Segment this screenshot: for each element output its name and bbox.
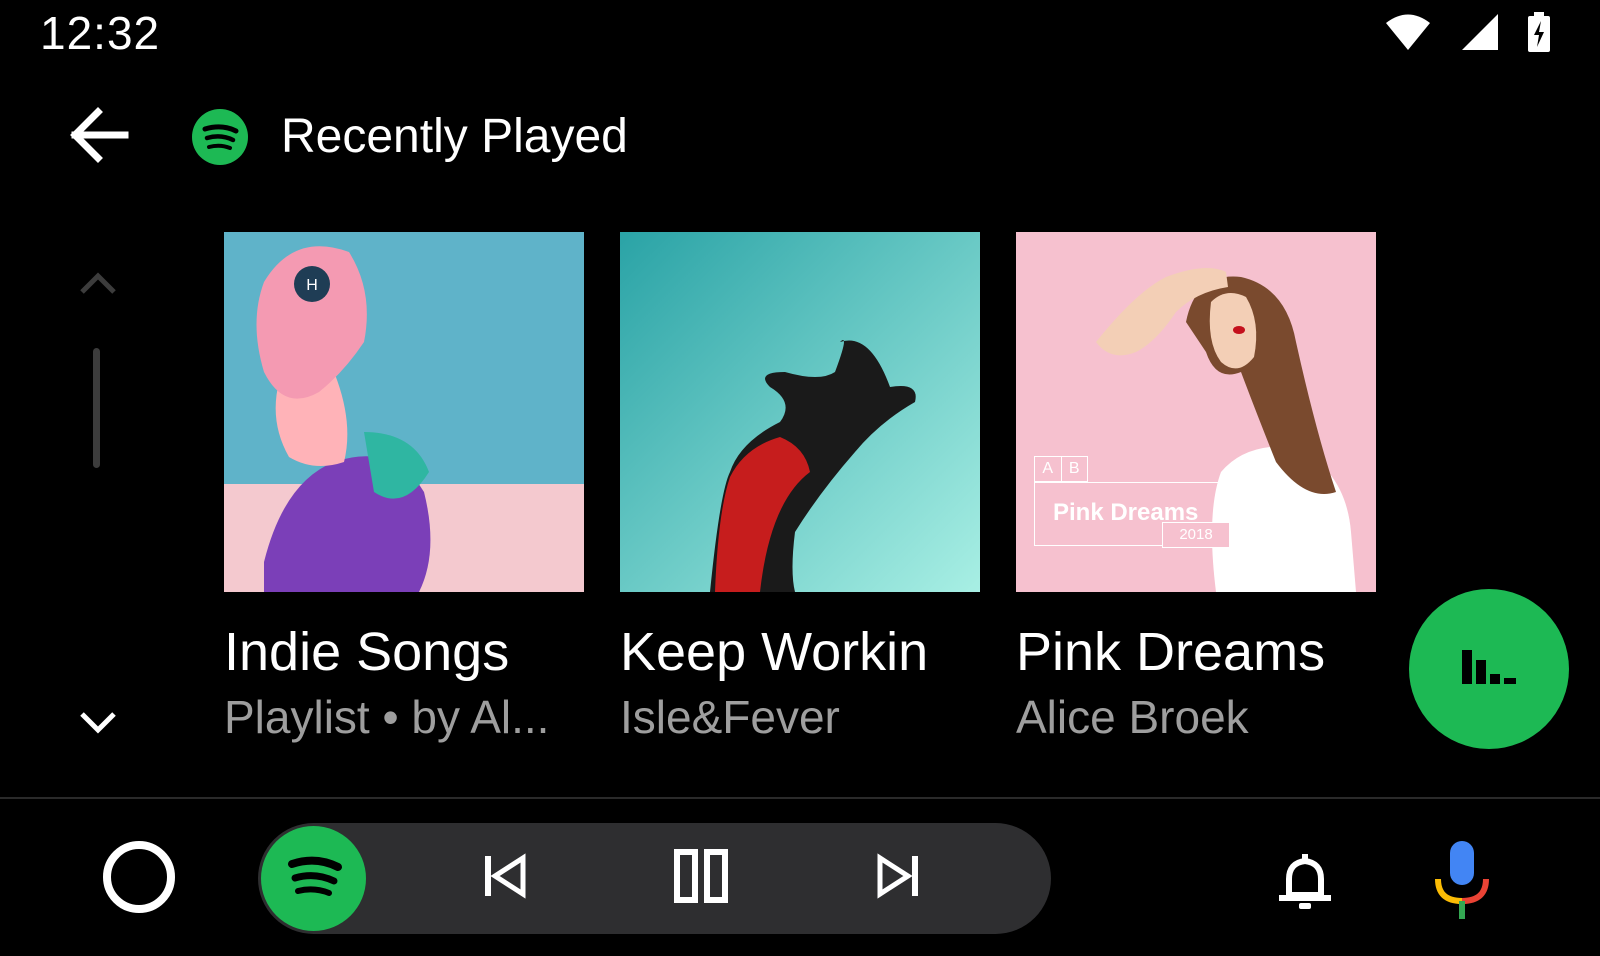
arrow-back-icon [67,104,129,171]
scroll-down-button[interactable] [70,700,126,750]
wifi-icon [1384,12,1432,57]
cell-signal-icon [1460,12,1500,57]
pause-icon [674,848,728,908]
svg-text:H: H [306,277,318,294]
back-button[interactable] [58,97,138,177]
scrollbar-thumb[interactable] [93,348,100,468]
chevron-down-icon [78,710,118,741]
art-year: 2018 [1162,522,1230,548]
media-app-button[interactable] [261,826,366,931]
card-title: Pink Dreams [1016,622,1326,682]
nav-bar [0,799,1600,956]
home-button[interactable] [103,841,175,913]
spotify-logo-icon [192,109,248,165]
card-title: Keep Workin [620,622,929,682]
skip-next-button[interactable] [863,843,933,913]
card-subtitle: Alice Broek [1016,691,1249,743]
now-playing-button[interactable] [1409,589,1569,749]
card-subtitle: Playlist • by Al... [224,691,550,743]
skip-previous-button[interactable] [470,843,540,913]
skip-previous-icon [481,852,529,905]
media-controls [258,823,1051,934]
card-title: Indie Songs [224,622,510,682]
chevron-up-icon [78,270,118,301]
scroll-controls [70,260,126,750]
bell-icon [1275,854,1335,915]
header: Recently Played [0,95,1200,175]
card-keep-workin[interactable]: Keep Workin Isle&Fever [620,232,980,744]
album-art-pink-dreams: A B Pink Dreams 2018 [1016,232,1376,592]
status-clock: 12:32 [40,7,161,59]
art-label-box: A B Pink Dreams 2018 [1034,456,1230,548]
battery-charging-icon [1528,12,1550,57]
assistant-button[interactable] [1432,841,1492,921]
spotify-logo-icon [274,836,354,921]
status-bar: 12:32 [0,0,1600,70]
art-letter-b: B [1068,460,1080,477]
status-icons [1384,12,1550,57]
microphone-icon [1432,841,1492,925]
skip-next-icon [874,852,922,905]
notifications-button[interactable] [1275,851,1335,911]
now-playing-bars-icon [1462,649,1516,689]
card-indie-songs[interactable]: H Indie Songs Playlist • by Al... [224,232,584,744]
album-art-indie-songs: H [224,232,584,592]
card-pink-dreams[interactable]: A B Pink Dreams 2018 Pink Dreams Alice B… [1016,232,1376,744]
card-subtitle: Isle&Fever [620,691,840,743]
art-letter-a: A [1035,457,1062,481]
pause-button[interactable] [666,843,736,913]
album-art-keep-workin [620,232,980,592]
page-title: Recently Played [281,110,628,163]
scroll-up-button[interactable] [70,260,126,310]
